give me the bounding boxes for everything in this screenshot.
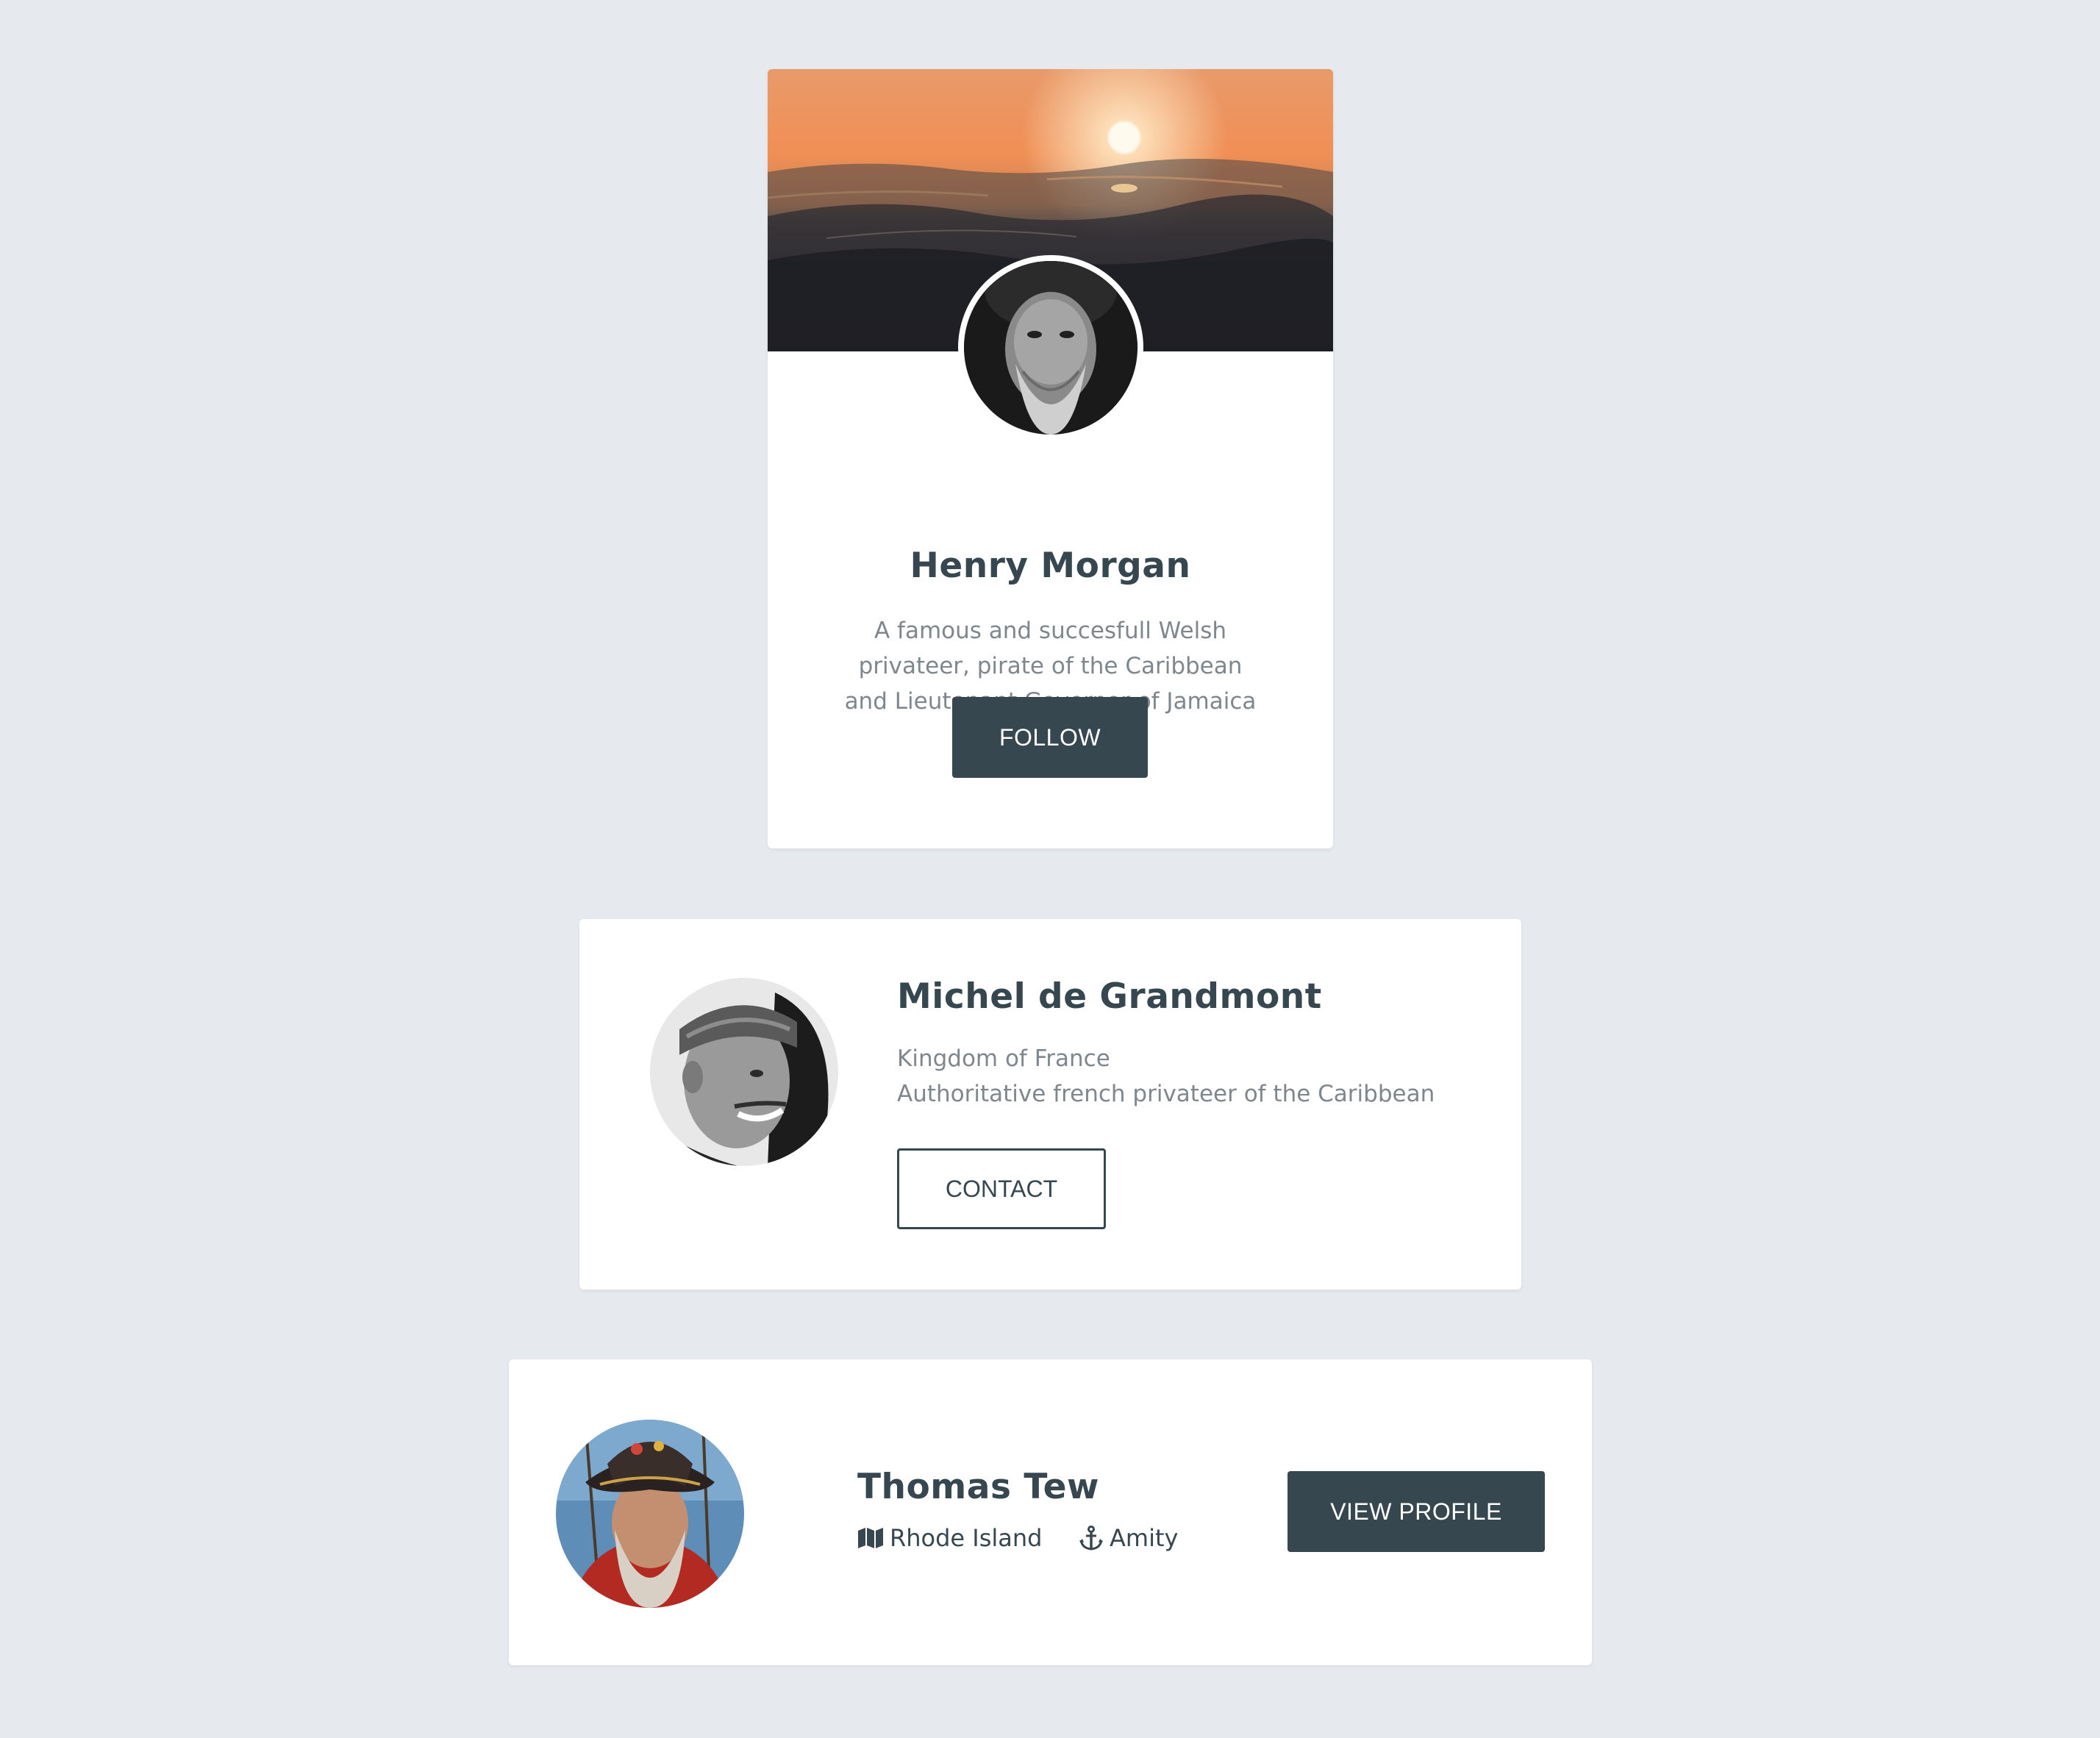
ship-label: Amity — [1110, 1524, 1179, 1552]
contact-name: Michel de Grandmont — [897, 976, 1322, 1017]
view-profile-button[interactable]: VIEW PROFILE — [1288, 1471, 1545, 1552]
avatar — [556, 1420, 744, 1608]
contact-card-michel-de-grandmont: Michel de Grandmont Kingdom of France Au… — [579, 919, 1521, 1290]
list-card-thomas-tew: Thomas Tew Rhode Island Amity VIEW PROFI… — [509, 1359, 1592, 1665]
anchor-icon — [1079, 1526, 1103, 1551]
avatar — [650, 978, 838, 1166]
contact-button[interactable]: CONTACT — [897, 1148, 1106, 1229]
map-icon — [858, 1528, 883, 1548]
ship-info: Amity — [1079, 1524, 1178, 1552]
location-label: Rhode Island — [890, 1524, 1043, 1552]
profile-card-henry-morgan: Henry Morgan A famous and succesfull Wel… — [768, 69, 1333, 848]
contact-origin: Kingdom of France — [897, 1045, 1110, 1072]
profile-name: Henry Morgan — [910, 546, 1191, 586]
follow-button[interactable]: FOLLOW — [952, 697, 1148, 778]
location-info: Rhode Island — [857, 1524, 1042, 1552]
avatar — [958, 255, 1143, 440]
contact-description: Authoritative french privateer of the Ca… — [897, 1081, 1435, 1107]
list-name: Thomas Tew — [857, 1467, 1099, 1507]
